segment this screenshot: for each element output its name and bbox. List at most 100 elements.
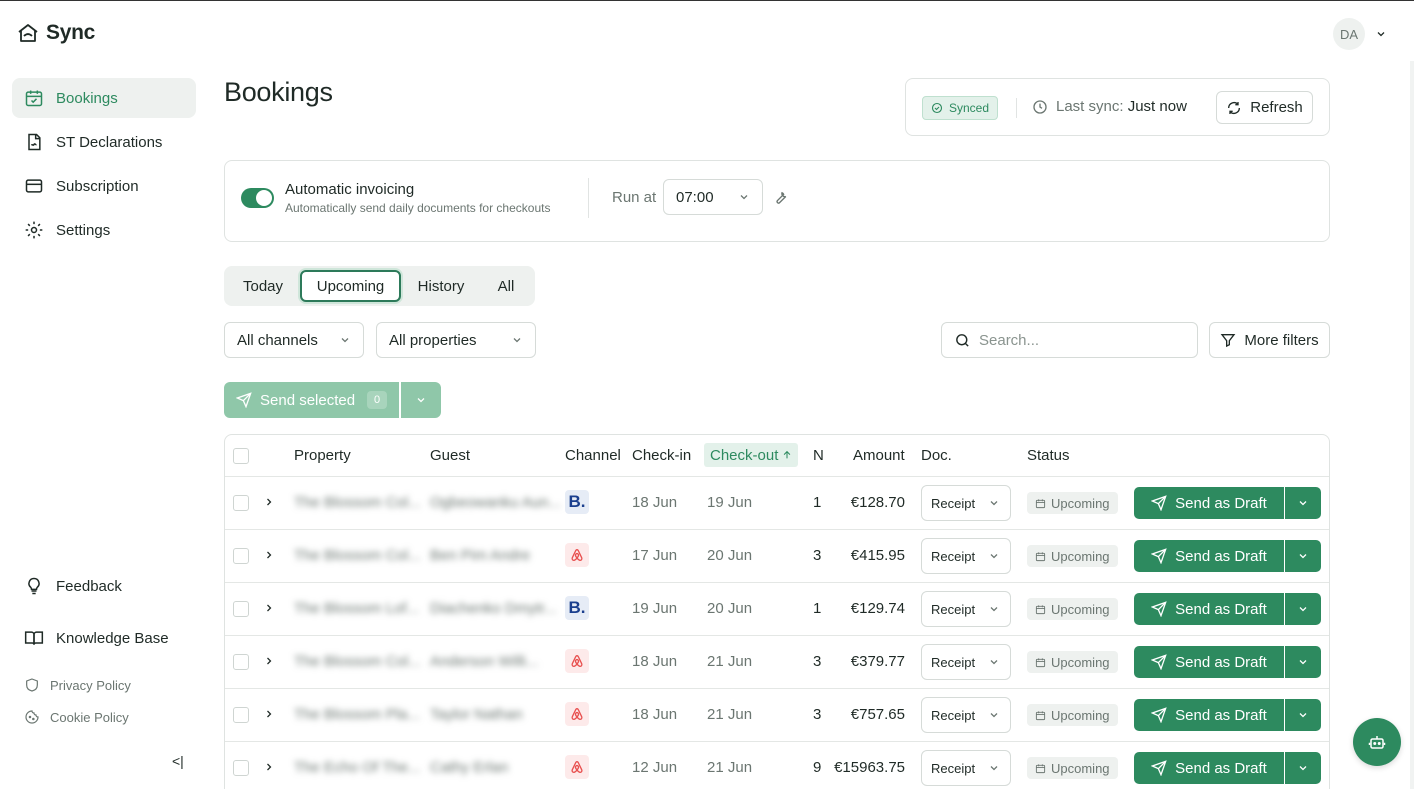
send-as-draft-button[interactable]: Send as Draft — [1134, 752, 1284, 784]
row-checkbox[interactable] — [233, 601, 249, 617]
send-as-draft-button[interactable]: Send as Draft — [1134, 646, 1284, 678]
status-badge: Upcoming — [1027, 651, 1118, 673]
refresh-button[interactable]: Refresh — [1216, 91, 1313, 124]
send-options-dropdown-button[interactable] — [1285, 752, 1321, 784]
select-all-checkbox[interactable] — [233, 448, 249, 464]
guest-name: Diachenko Dmytr... — [430, 600, 557, 617]
chevron-right-icon[interactable] — [263, 496, 275, 508]
wrench-icon[interactable] — [771, 188, 789, 206]
chevron-right-icon[interactable] — [263, 602, 275, 614]
channels-filter[interactable]: All channels — [224, 322, 364, 358]
column-header-checkin[interactable]: Check-in — [632, 447, 691, 464]
send-options-dropdown-button[interactable] — [1285, 593, 1321, 625]
chevron-down-icon — [988, 603, 1000, 615]
document-type-select[interactable]: Receipt — [921, 485, 1011, 521]
airbnb-icon — [565, 543, 589, 567]
table-row[interactable]: The Blossom Col... Anderson Willi... 18 Ju… — [225, 636, 1329, 689]
calendar-icon — [1035, 657, 1046, 668]
column-header-nights[interactable]: N — [813, 447, 824, 464]
table-row[interactable]: The Blossom Pla... Taylor Nathan 18 Jun 21 … — [225, 689, 1329, 742]
collapse-sidebar-button[interactable]: <| — [172, 753, 184, 769]
privacy-policy-label: Privacy Policy — [50, 677, 131, 693]
column-header-amount[interactable]: Amount — [853, 447, 905, 464]
sidebar-item-settings[interactable]: Settings — [12, 210, 196, 250]
search-input[interactable] — [979, 331, 1179, 349]
document-type-select[interactable]: Receipt — [921, 538, 1011, 574]
document-type-select[interactable]: Receipt — [921, 591, 1011, 627]
shield-icon — [24, 677, 40, 693]
more-filters-button[interactable]: More filters — [1209, 322, 1330, 358]
status-badge: Upcoming — [1027, 757, 1118, 779]
run-at-time-select[interactable]: 07:00 — [663, 179, 763, 215]
search-box[interactable] — [941, 322, 1198, 358]
tab-upcoming[interactable]: Upcoming — [300, 270, 401, 302]
guest-name: Ben Pim Andre — [430, 547, 531, 564]
tab-today[interactable]: Today — [230, 270, 296, 302]
send-as-draft-button[interactable]: Send as Draft — [1134, 487, 1284, 519]
row-checkbox[interactable] — [233, 548, 249, 564]
column-header-channel[interactable]: Channel — [565, 447, 621, 464]
tab-history[interactable]: History — [406, 270, 476, 302]
sidebar-item-knowledge-base[interactable]: Knowledge Base — [12, 618, 196, 658]
send-selected-dropdown-button[interactable] — [401, 382, 441, 418]
sidebar-item-bookings[interactable]: Bookings — [12, 78, 196, 118]
tab-all[interactable]: All — [484, 270, 528, 302]
column-header-guest[interactable]: Guest — [430, 447, 470, 464]
chevron-right-icon[interactable] — [263, 708, 275, 720]
send-options-dropdown-button[interactable] — [1285, 540, 1321, 572]
chevron-right-icon[interactable] — [263, 761, 275, 773]
send-as-draft-button[interactable]: Send as Draft — [1134, 593, 1284, 625]
chevron-down-icon — [1297, 656, 1309, 668]
privacy-policy-link[interactable]: Privacy Policy — [24, 677, 131, 693]
column-header-property[interactable]: Property — [294, 447, 351, 464]
send-options-dropdown-button[interactable] — [1285, 646, 1321, 678]
app-name: Sync — [46, 21, 95, 44]
amount: €15963.75 — [834, 759, 905, 776]
automatic-invoicing-toggle[interactable] — [241, 188, 274, 208]
scrollbar-track[interactable] — [1410, 61, 1414, 789]
chevron-right-icon[interactable] — [263, 549, 275, 561]
status-label: Upcoming — [1051, 495, 1110, 511]
document-type-select[interactable]: Receipt — [921, 697, 1011, 733]
property-name: The Blossom Col... — [294, 653, 421, 670]
sidebar-item-feedback[interactable]: Feedback — [12, 566, 196, 606]
table-row[interactable]: The Blossom Col... Ogbeowanku Aun... B. 18 … — [225, 477, 1329, 530]
send-as-draft-button[interactable]: Send as Draft — [1134, 699, 1284, 731]
table-row[interactable]: The Blossom Col... Ben Pim Andre 17 Jun 20 … — [225, 530, 1329, 583]
row-checkbox[interactable] — [233, 495, 249, 511]
app-logo[interactable]: Sync — [16, 21, 95, 45]
checkin-date: 12 Jun — [632, 759, 678, 776]
chevron-right-icon[interactable] — [263, 655, 275, 667]
avatar[interactable]: DA — [1333, 18, 1365, 50]
assistant-chat-button[interactable] — [1353, 718, 1401, 766]
document-type-select[interactable]: Receipt — [921, 644, 1011, 680]
send-selected-button[interactable]: Send selected 0 — [224, 382, 399, 418]
table-row[interactable]: The Echo Of The... Cathy Erlan 12 Jun 21 Ju… — [225, 742, 1329, 789]
properties-filter[interactable]: All properties — [376, 322, 536, 358]
row-checkbox[interactable] — [233, 654, 249, 670]
sidebar-item-st-declarations[interactable]: ST Declarations — [12, 122, 196, 162]
property-name: The Blossom Pla... — [294, 706, 420, 723]
chevron-down-icon — [988, 550, 1000, 562]
book-icon — [24, 628, 44, 648]
status-label: Upcoming — [1051, 707, 1110, 723]
column-header-checkout[interactable]: Check-out — [704, 443, 799, 467]
column-header-status[interactable]: Status — [1027, 447, 1070, 464]
table-row[interactable]: The Blossom Lof... Diachenko Dmytr... B. 19… — [225, 583, 1329, 636]
sidebar-item-label: Feedback — [56, 577, 122, 595]
cookie-policy-link[interactable]: Cookie Policy — [24, 709, 129, 725]
column-header-checkout-label: Check-out — [710, 446, 779, 464]
checkout-date: 20 Jun — [707, 547, 753, 564]
send-options-dropdown-button[interactable] — [1285, 699, 1321, 731]
sidebar-item-subscription[interactable]: Subscription — [12, 166, 196, 206]
column-header-doc[interactable]: Doc. — [921, 447, 952, 464]
row-checkbox[interactable] — [233, 707, 249, 723]
send-options-dropdown-button[interactable] — [1285, 487, 1321, 519]
chevron-down-icon[interactable] — [1375, 28, 1387, 40]
send-as-draft-button[interactable]: Send as Draft — [1134, 540, 1284, 572]
send-icon — [1151, 707, 1167, 723]
document-type-select[interactable]: Receipt — [921, 750, 1011, 786]
status-badge: Upcoming — [1027, 492, 1118, 514]
row-checkbox[interactable] — [233, 760, 249, 776]
house-logo-icon — [16, 21, 40, 45]
